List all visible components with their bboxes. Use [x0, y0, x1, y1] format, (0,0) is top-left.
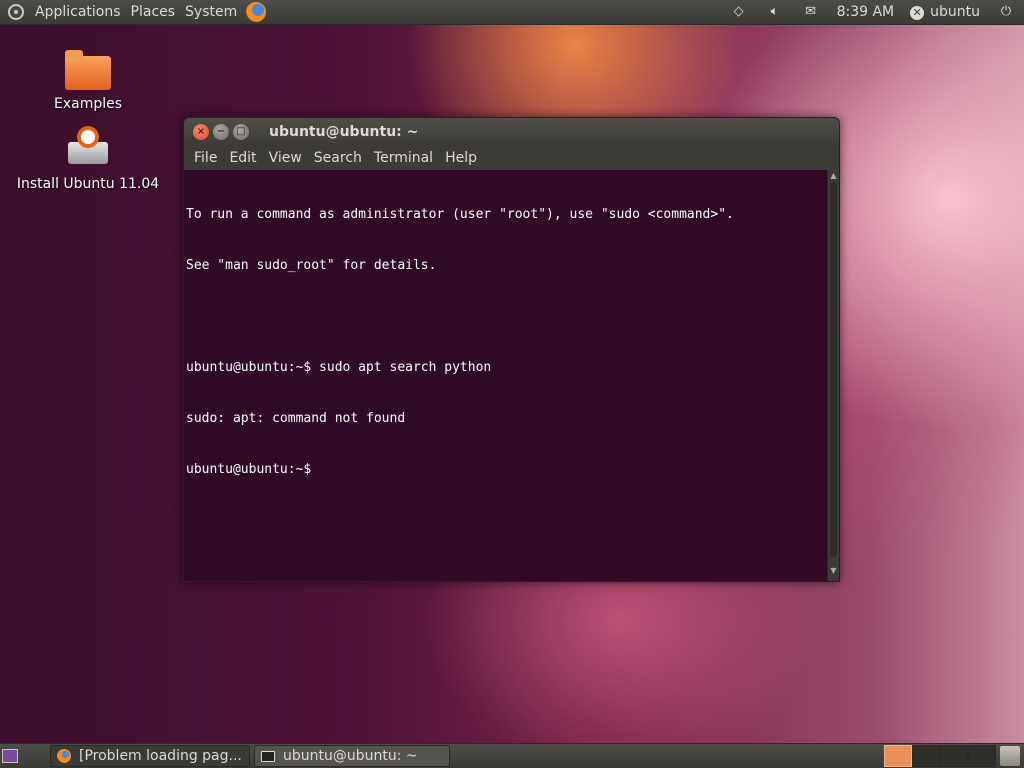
- window-title: ubuntu@ubuntu: ~: [269, 124, 419, 140]
- desktop-icon-install-ubuntu[interactable]: Install Ubuntu 11.04: [14, 126, 162, 192]
- menu-view[interactable]: View: [263, 150, 308, 166]
- terminal-output[interactable]: To run a command as administrator (user …: [184, 170, 827, 581]
- system-tray: ◇ 🔈︎ ✉ 8:39 AM ✕ ubuntu ⏻: [721, 0, 1024, 24]
- power-icon[interactable]: ⏻: [988, 0, 1024, 24]
- top-panel: Applications Places System ◇ 🔈︎ ✉ 8:39 A…: [0, 0, 1024, 25]
- firefox-icon: [57, 749, 71, 763]
- desktop-icon-label: Examples: [53, 96, 123, 112]
- show-desktop-icon[interactable]: [2, 749, 18, 763]
- user-status-icon: ✕: [910, 6, 925, 20]
- menu-search[interactable]: Search: [308, 150, 368, 166]
- workspace-switcher: [884, 745, 996, 767]
- desktop-icon-label: Install Ubuntu 11.04: [16, 176, 160, 192]
- scroll-trough[interactable]: [830, 182, 837, 557]
- terminal-icon: [261, 750, 275, 762]
- taskbar-item-label: ubuntu@ubuntu: ~: [283, 748, 418, 764]
- terminal-line: ​: [186, 308, 827, 325]
- window-titlebar[interactable]: × − □ ubuntu@ubuntu: ~: [184, 118, 839, 146]
- menu-applications[interactable]: Applications: [30, 0, 126, 24]
- wifi-icon[interactable]: ◇: [721, 0, 757, 24]
- taskbar-item-firefox[interactable]: [Problem loading pag...: [50, 745, 250, 767]
- terminal-line: ubuntu@ubuntu:~$ sudo apt search python: [186, 360, 492, 375]
- menu-help[interactable]: Help: [439, 150, 483, 166]
- minimize-icon[interactable]: −: [213, 124, 229, 140]
- user-name: ubuntu: [930, 4, 980, 20]
- terminal-prompt: ubuntu@ubuntu:~$: [186, 462, 312, 477]
- taskbar-item-label: [Problem loading pag...: [79, 748, 242, 764]
- maximize-icon[interactable]: □: [233, 124, 249, 140]
- scroll-up-icon[interactable]: ▲: [828, 170, 839, 182]
- workspace-2[interactable]: [912, 745, 940, 767]
- menu-system[interactable]: System: [180, 0, 242, 24]
- folder-icon: [65, 50, 111, 90]
- terminal-window[interactable]: × − □ ubuntu@ubuntu: ~ File Edit View Se…: [183, 117, 840, 582]
- firefox-launcher-icon[interactable]: [246, 2, 267, 22]
- terminal-line: See "man sudo_root" for details.: [186, 258, 437, 273]
- mail-icon[interactable]: ✉: [793, 0, 829, 24]
- desktop-icon-examples[interactable]: Examples: [48, 50, 128, 112]
- top-panel-menus: Applications Places System: [0, 0, 267, 24]
- taskbar-item-terminal[interactable]: ubuntu@ubuntu: ~: [254, 745, 450, 767]
- bottom-panel: [Problem loading pag... ubuntu@ubuntu: ~: [0, 743, 1024, 768]
- user-menu[interactable]: ✕ ubuntu: [902, 0, 988, 24]
- ubuntu-logo-icon[interactable]: [8, 4, 24, 20]
- terminal-line: sudo: apt: command not found: [186, 411, 406, 426]
- workspace-1[interactable]: [884, 745, 912, 767]
- workspace-4[interactable]: [968, 745, 996, 767]
- installer-icon: [65, 126, 111, 166]
- clock[interactable]: 8:39 AM: [829, 0, 903, 24]
- volume-icon[interactable]: 🔈︎: [757, 0, 793, 24]
- menu-places[interactable]: Places: [126, 0, 181, 24]
- trash-icon[interactable]: [1000, 746, 1020, 766]
- workspace-3[interactable]: [940, 745, 968, 767]
- terminal-scrollbar[interactable]: ▲ ▼: [827, 170, 839, 581]
- menu-edit[interactable]: Edit: [223, 150, 262, 166]
- terminal-line: To run a command as administrator (user …: [186, 207, 734, 222]
- close-icon[interactable]: ×: [193, 124, 209, 140]
- terminal-menubar: File Edit View Search Terminal Help: [184, 146, 839, 170]
- menu-file[interactable]: File: [188, 150, 223, 166]
- menu-terminal[interactable]: Terminal: [368, 150, 439, 166]
- scroll-down-icon[interactable]: ▼: [828, 565, 839, 577]
